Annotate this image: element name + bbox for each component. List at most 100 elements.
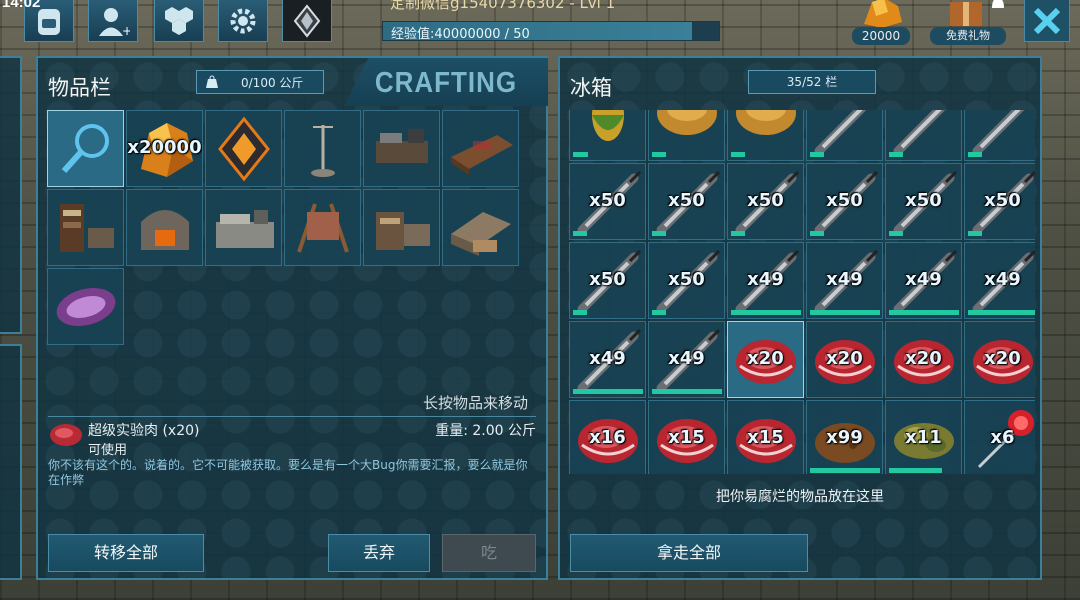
gift-icon[interactable] (944, 0, 988, 28)
fridge-scroll-area[interactable]: x71x94x61x50x50x50x50x50x50x50x50x50x50x… (569, 110, 1035, 474)
selected-item-weight: 重量: 2.00 公斤 (435, 423, 536, 439)
slot-quantity: x20000 (127, 136, 202, 158)
drop-button[interactable]: 丢弃 (328, 534, 430, 572)
inventory-slot[interactable] (442, 110, 519, 187)
inventory-slot[interactable] (126, 189, 203, 266)
fridge-slot[interactable]: x50 (964, 163, 1035, 240)
xp-text: 经验值:40000000 / 50 (391, 27, 530, 42)
inventory-slot[interactable] (284, 189, 361, 266)
inventory-slot[interactable] (47, 110, 124, 187)
spoil-timer-bar (652, 152, 666, 157)
slot-quantity: x49 (747, 268, 784, 290)
slot-quantity: x20 (984, 347, 1021, 369)
hexagons-icon (165, 6, 193, 35)
fridge-slot[interactable]: x49 (964, 242, 1035, 319)
fridge-slot[interactable]: x16 (569, 400, 646, 474)
fridge-slot[interactable]: x49 (727, 242, 804, 319)
inventory-slot[interactable] (205, 189, 282, 266)
slot-quantity: x50 (668, 189, 705, 211)
slot-quantity: x11 (905, 426, 942, 448)
inventory-slot[interactable] (205, 110, 282, 187)
transfer-all-button[interactable]: 转移全部 (48, 534, 204, 572)
fridge-slot[interactable]: x20 (885, 321, 962, 398)
tek-button[interactable] (282, 0, 332, 42)
fridge-slot[interactable]: x20 (727, 321, 804, 398)
slot-quantity: x20 (747, 347, 784, 369)
slot-quantity: x6 (990, 426, 1015, 448)
inventory-slot[interactable] (442, 189, 519, 266)
fridge-slot[interactable]: x11 (885, 400, 962, 474)
fridge-slot[interactable]: x50 (885, 163, 962, 240)
inventory-slot[interactable] (47, 268, 124, 345)
fridge-slot[interactable]: x50 (648, 242, 725, 319)
eat-button[interactable]: 吃 (442, 534, 536, 572)
take-all-button[interactable]: 拿走全部 (570, 534, 808, 572)
fridge-slot[interactable]: x49 (648, 321, 725, 398)
fridge-slot[interactable]: x49 (569, 321, 646, 398)
fridge-capacity: 35/52 栏 (748, 70, 876, 94)
spoil-timer-bar (889, 231, 903, 236)
slot-quantity: x99 (826, 426, 863, 448)
engrams-button[interactable] (154, 0, 204, 42)
gear-icon (230, 8, 256, 33)
fridge-slot[interactable]: x15 (727, 400, 804, 474)
standing-torch-icon (311, 125, 335, 177)
inventory-slot[interactable] (284, 110, 361, 187)
spoil-timer-bar (573, 389, 643, 394)
slot-quantity: x49 (668, 347, 705, 369)
fridge-slot[interactable]: x50 (648, 163, 725, 240)
spoil-timer-bar (652, 310, 666, 315)
fridge-slot[interactable]: x99 (806, 400, 883, 474)
fridge-slot[interactable]: x20 (964, 321, 1035, 398)
fridge-slot[interactable]: x50 (964, 110, 1035, 161)
spoil-timer-bar (889, 468, 942, 473)
spoil-timer-bar (652, 231, 666, 236)
inventory-slot[interactable]: x20000 (126, 110, 203, 187)
settings-button[interactable] (218, 0, 268, 42)
crystal-count: 20000 (852, 27, 910, 45)
tab-crafting[interactable]: CRAFTING (344, 57, 548, 107)
slot-quantity: x50 (826, 189, 863, 211)
slot-quantity: x49 (589, 347, 626, 369)
fridge-slot[interactable]: x49 (806, 242, 883, 319)
fridge-slot[interactable]: x50 (569, 163, 646, 240)
fridge-slot[interactable]: x61 (727, 110, 804, 161)
slot-quantity: x50 (905, 189, 942, 211)
close-button[interactable] (1024, 0, 1070, 42)
slot-quantity: x50 (589, 268, 626, 290)
notification-bell-icon[interactable] (988, 0, 1008, 12)
mortar-pestle-icon (451, 135, 513, 175)
close-icon (1033, 7, 1061, 34)
fridge-title: 冰箱 (570, 76, 612, 100)
svg-text:+: + (122, 24, 130, 37)
tek-emblem-icon (293, 3, 321, 38)
fridge-slot[interactable]: x94 (648, 110, 725, 161)
inventory-panel: 物品栏 0/100 公斤 CRAFTING x20000 长按物品来移动 超级实… (36, 56, 548, 580)
fridge-slot[interactable]: x49 (885, 242, 962, 319)
fridge-slot[interactable]: x50 (569, 242, 646, 319)
fridge-slot[interactable]: x50 (727, 163, 804, 240)
free-gift-label[interactable]: 免费礼物 (930, 27, 1006, 45)
weight-icon (206, 75, 218, 88)
spoil-timer-bar (889, 152, 903, 157)
slot-quantity: x16 (589, 426, 626, 448)
fridge-slot[interactable]: x50 (806, 163, 883, 240)
fridge-slot[interactable]: x6 (964, 400, 1035, 474)
fridge-slot[interactable]: x71 (569, 110, 646, 161)
tanning-rack-icon (297, 203, 349, 253)
slot-quantity: x50 (747, 189, 784, 211)
fridge-slot[interactable]: x20 (806, 321, 883, 398)
spoil-timer-bar (810, 310, 880, 315)
spoil-timer-bar (889, 310, 959, 315)
tribe-button[interactable]: + (88, 0, 138, 42)
clock: 14:02 (2, 0, 41, 11)
inventory-slot[interactable] (363, 189, 440, 266)
left-edge-panel-lower (0, 344, 22, 580)
search-icon (61, 124, 109, 174)
fridge-slot[interactable]: x50 (806, 110, 883, 161)
inventory-slot[interactable] (47, 189, 124, 266)
fridge-slot[interactable]: x15 (648, 400, 725, 474)
slot-quantity: x50 (668, 268, 705, 290)
inventory-slot[interactable] (363, 110, 440, 187)
fridge-slot[interactable]: x50 (885, 110, 962, 161)
